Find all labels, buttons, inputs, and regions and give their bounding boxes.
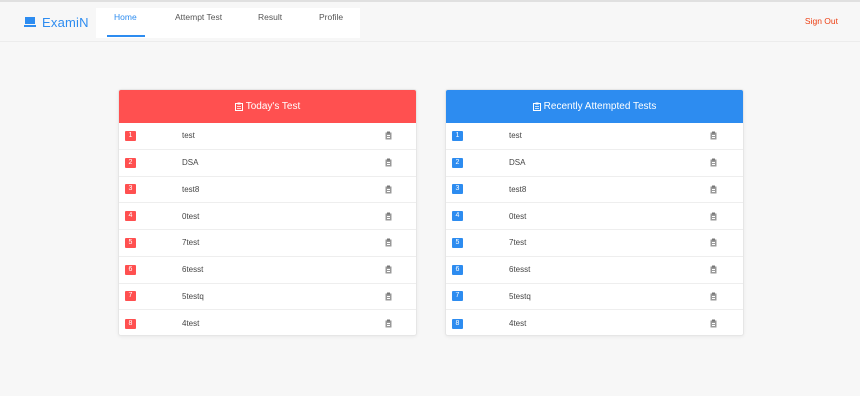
todays-test-row[interactable]: 2 DSA bbox=[119, 150, 416, 177]
row-number-badge: 2 bbox=[452, 157, 463, 168]
clipboard-icon[interactable] bbox=[385, 185, 393, 194]
test-name: 7test bbox=[509, 238, 527, 248]
recent-test-row[interactable]: 7 5testq bbox=[446, 284, 743, 311]
todays-test-row[interactable]: 3 test8 bbox=[119, 177, 416, 204]
brand-name: ExamiN bbox=[42, 14, 89, 30]
test-name: test8 bbox=[509, 184, 527, 194]
nav-active-indicator bbox=[107, 35, 145, 37]
row-number-badge: 1 bbox=[125, 130, 136, 141]
row-number-badge: 4 bbox=[125, 211, 136, 222]
row-number-badge: 1 bbox=[452, 130, 463, 141]
clipboard-icon[interactable] bbox=[385, 292, 393, 301]
nav-profile[interactable]: Profile bbox=[319, 2, 343, 32]
clipboard-icon[interactable] bbox=[385, 265, 393, 274]
row-number-badge: 3 bbox=[452, 184, 463, 195]
row-number-badge: 4 bbox=[452, 211, 463, 222]
test-name: DSA bbox=[182, 158, 199, 168]
test-name: DSA bbox=[509, 158, 526, 168]
recent-test-row[interactable]: 2 DSA bbox=[446, 150, 743, 177]
clipboard-icon[interactable] bbox=[385, 212, 393, 221]
clipboard-icon[interactable] bbox=[385, 158, 393, 167]
row-number-badge: 8 bbox=[452, 318, 463, 329]
recent-tests-header: Recently Attempted Tests bbox=[446, 90, 743, 123]
clipboard-icon[interactable] bbox=[385, 319, 393, 328]
clipboard-icon[interactable] bbox=[710, 158, 718, 167]
clipboard-icon bbox=[532, 102, 541, 111]
clipboard-icon[interactable] bbox=[710, 265, 718, 274]
recent-test-row[interactable]: 4 0test bbox=[446, 203, 743, 230]
todays-test-header: Today's Test bbox=[119, 90, 416, 123]
recent-test-row[interactable]: 1 test bbox=[446, 123, 743, 150]
test-name: test bbox=[182, 131, 195, 141]
todays-test-row[interactable]: 6 6tesst bbox=[119, 257, 416, 284]
row-number-badge: 6 bbox=[452, 264, 463, 275]
row-number-badge: 3 bbox=[125, 184, 136, 195]
test-name: 7test bbox=[182, 238, 200, 248]
recent-test-row[interactable]: 6 6tesst bbox=[446, 257, 743, 284]
recent-test-row[interactable]: 8 4test bbox=[446, 310, 743, 335]
clipboard-icon[interactable] bbox=[710, 319, 718, 328]
clipboard-icon[interactable] bbox=[385, 131, 393, 140]
nav-home[interactable]: Home bbox=[114, 2, 137, 32]
todays-test-row[interactable]: 7 5testq bbox=[119, 284, 416, 311]
clipboard-icon[interactable] bbox=[710, 131, 718, 140]
row-number-badge: 2 bbox=[125, 157, 136, 168]
test-name: test bbox=[509, 131, 522, 141]
clipboard-icon bbox=[234, 102, 243, 111]
nav-result[interactable]: Result bbox=[258, 2, 282, 32]
row-number-badge: 5 bbox=[452, 237, 463, 248]
todays-test-row[interactable]: 8 4test bbox=[119, 310, 416, 335]
test-name: 5testq bbox=[509, 291, 531, 301]
recent-tests-title: Recently Attempted Tests bbox=[543, 101, 657, 112]
recent-test-row[interactable]: 5 7test bbox=[446, 230, 743, 257]
todays-test-title: Today's Test bbox=[245, 101, 301, 112]
test-name: 0test bbox=[509, 211, 527, 221]
row-number-badge: 5 bbox=[125, 237, 136, 248]
test-name: test8 bbox=[182, 184, 200, 194]
brand[interactable]: ExamiN bbox=[24, 14, 89, 30]
row-number-badge: 7 bbox=[125, 291, 136, 302]
test-name: 5testq bbox=[182, 291, 204, 301]
test-name: 4test bbox=[182, 319, 200, 329]
header-bar: ExamiN Home Attempt Test Result Profile … bbox=[0, 2, 860, 42]
sign-out-link[interactable]: Sign Out bbox=[805, 16, 838, 26]
test-name: 6tesst bbox=[182, 265, 204, 275]
test-name: 6tesst bbox=[509, 265, 531, 275]
row-number-badge: 7 bbox=[452, 291, 463, 302]
row-number-badge: 8 bbox=[125, 318, 136, 329]
clipboard-icon[interactable] bbox=[710, 212, 718, 221]
clipboard-icon[interactable] bbox=[710, 185, 718, 194]
todays-test-row[interactable]: 5 7test bbox=[119, 230, 416, 257]
todays-test-row[interactable]: 4 0test bbox=[119, 203, 416, 230]
clipboard-icon[interactable] bbox=[710, 292, 718, 301]
nav-attempt-test[interactable]: Attempt Test bbox=[175, 2, 222, 32]
todays-test-row[interactable]: 1 test bbox=[119, 123, 416, 150]
recent-tests-panel: Recently Attempted Tests 1 test 2 DSA 3 … bbox=[445, 89, 744, 336]
row-number-badge: 6 bbox=[125, 264, 136, 275]
clipboard-icon[interactable] bbox=[385, 238, 393, 247]
recent-test-row[interactable]: 3 test8 bbox=[446, 177, 743, 204]
clipboard-icon[interactable] bbox=[710, 238, 718, 247]
test-name: 0test bbox=[182, 211, 200, 221]
test-name: 4test bbox=[509, 319, 527, 329]
todays-test-panel: Today's Test 1 test 2 DSA 3 test8 4 0tes… bbox=[118, 89, 417, 336]
laptop-icon bbox=[24, 17, 36, 27]
